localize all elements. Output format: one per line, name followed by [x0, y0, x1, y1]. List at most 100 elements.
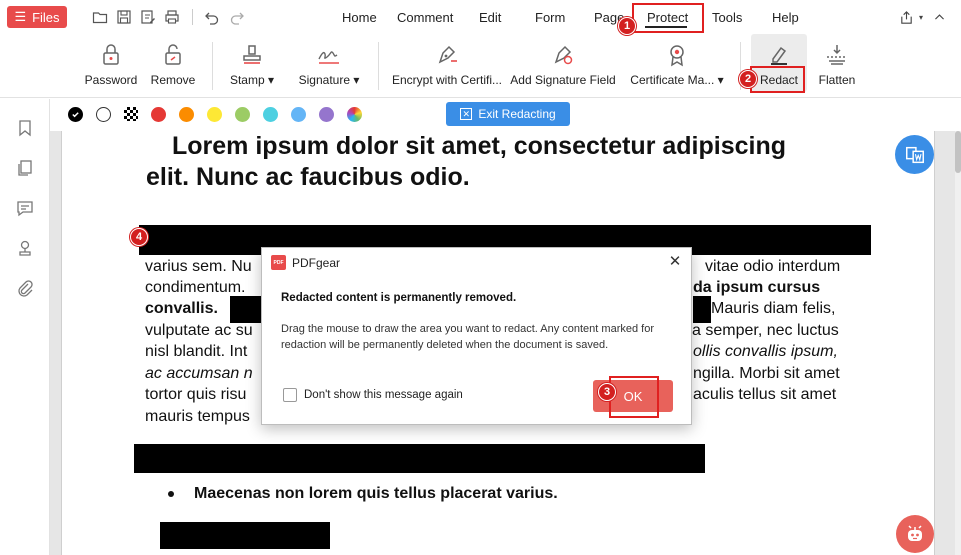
paragraph-text: aculis tellus sit amet [693, 386, 837, 403]
signature-field-icon [548, 40, 578, 70]
paragraph-text: mauris tempus [145, 408, 250, 425]
redo-icon[interactable] [228, 8, 246, 26]
comments-icon[interactable] [14, 197, 36, 219]
paragraph-text: varius sem. Nu [145, 258, 252, 275]
open-folder-icon[interactable] [91, 8, 109, 26]
menu-form[interactable]: Form [535, 10, 565, 25]
add-signature-field-label: Add Signature Field [510, 73, 616, 87]
color-red[interactable] [151, 107, 166, 122]
paragraph-text: nisl blandit. Int [145, 343, 248, 360]
lock-icon [96, 40, 126, 70]
close-icon[interactable]: ✕ [667, 253, 683, 270]
menu-tools[interactable]: Tools [712, 10, 742, 25]
redact-toolbar: ✕ Exit Redacting [50, 99, 961, 131]
color-green[interactable] [235, 107, 250, 122]
protect-ribbon: Password Remove Stamp ▾ Signature ▾ Encr… [0, 34, 961, 98]
paragraph-text: ollis convallis ipsum, [693, 343, 838, 360]
color-cyan[interactable] [263, 107, 278, 122]
color-blue[interactable] [291, 107, 306, 122]
heading-line-1: Lorem ipsum dolor sit amet, consectetur … [172, 132, 787, 160]
color-custom-picker[interactable] [347, 107, 362, 122]
bookmark-icon[interactable] [14, 117, 36, 139]
paragraph-text: ac accumsan n [145, 365, 253, 382]
color-black-selected[interactable] [68, 107, 83, 122]
dont-show-again-checkbox[interactable] [283, 388, 297, 402]
paragraph-text: condimentum. [145, 279, 246, 296]
signature-label: Signature ▾ [298, 73, 360, 87]
color-transparent[interactable] [124, 107, 138, 121]
menu-edit[interactable]: Edit [479, 10, 501, 25]
dialog-message: Drag the mouse to draw the area you want… [281, 323, 654, 351]
color-purple[interactable] [319, 107, 334, 122]
encrypt-with-certificate-button[interactable]: Encrypt with Certifi... [391, 34, 503, 98]
color-orange[interactable] [179, 107, 194, 122]
redaction-area[interactable] [134, 444, 705, 473]
collapse-ribbon-icon[interactable] [930, 8, 948, 26]
flatten-icon [822, 40, 852, 70]
pen-certificate-icon [432, 40, 462, 70]
save-icon[interactable] [115, 8, 133, 26]
password-label: Password [84, 73, 138, 87]
certificate-manager-label: Certificate Ma... ▾ [630, 73, 724, 87]
flatten-button[interactable]: Flatten [814, 34, 860, 98]
files-label: Files [32, 9, 60, 25]
flatten-label: Flatten [818, 73, 856, 87]
stamp-button[interactable]: Stamp ▾ [225, 34, 279, 98]
paragraph-text: vitae odio interdum [705, 258, 841, 275]
bullet-dot [168, 490, 174, 497]
files-button[interactable]: ☰ Files [7, 6, 67, 28]
convert-to-word-button[interactable] [895, 135, 934, 174]
certificate-icon [662, 40, 692, 70]
paragraph-text: a semper, nec luctus [692, 322, 839, 339]
paragraph-text: ngilla. Morbi sit amet [693, 365, 840, 382]
encrypt-with-certificate-label: Encrypt with Certifi... [391, 73, 503, 87]
redaction-area[interactable] [160, 522, 330, 549]
menu-comment[interactable]: Comment [397, 10, 453, 25]
menu-help[interactable]: Help [772, 10, 799, 25]
annotation-step-1: 1 [618, 17, 636, 35]
share-dropdown-icon[interactable]: ▾ [912, 8, 930, 26]
paragraph-text: da ipsum cursus [693, 279, 821, 296]
stamp-icon [237, 40, 267, 70]
save-as-icon[interactable] [139, 8, 157, 26]
ai-assistant-button[interactable] [896, 515, 934, 553]
robot-icon [908, 525, 922, 541]
paragraph-text: convallis. [145, 300, 218, 317]
remove-button[interactable]: Remove [148, 34, 198, 98]
signature-icon [314, 40, 344, 70]
annotation-step-2: 2 [739, 70, 757, 88]
annotation-box-redact [750, 66, 805, 93]
color-white[interactable] [96, 107, 111, 122]
dialog-heading: Redacted content is permanently removed. [281, 292, 517, 304]
password-button[interactable]: Password [84, 34, 138, 98]
left-sidebar [0, 99, 50, 555]
pdfgear-logo: PDF [271, 255, 286, 270]
scrollbar-thumb[interactable] [955, 131, 961, 173]
dialog-app-name: PDFgear [292, 256, 341, 270]
heading-line-2: elit. Nunc ac faucibus odio. [146, 163, 470, 191]
remove-label: Remove [150, 73, 196, 87]
ribbon-separator [212, 42, 213, 90]
thumbnails-icon[interactable] [14, 157, 36, 179]
exit-icon: ✕ [460, 108, 473, 120]
vertical-scrollbar[interactable] [955, 131, 961, 555]
signature-button[interactable]: Signature ▾ [295, 34, 363, 98]
redaction-area[interactable] [693, 296, 711, 323]
exit-redacting-button[interactable]: ✕ Exit Redacting [446, 102, 570, 126]
certificate-manager-button[interactable]: Certificate Ma... ▾ [628, 34, 726, 98]
paragraph-text: vulputate ac su [145, 322, 253, 339]
menu-home[interactable]: Home [342, 10, 377, 25]
attachment-icon[interactable] [14, 277, 36, 299]
stamp-label: Stamp ▾ [229, 73, 275, 87]
undo-icon[interactable] [203, 8, 221, 26]
print-icon[interactable] [163, 8, 181, 26]
signatures-panel-icon[interactable] [14, 237, 36, 259]
bullet-text: Maecenas non lorem quis tellus placerat … [194, 485, 558, 502]
paragraph-text: tortor quis risu [145, 386, 247, 403]
ribbon-separator [378, 42, 379, 90]
menu-icon: ☰ [14, 9, 27, 24]
add-signature-field-button[interactable]: Add Signature Field [509, 34, 617, 98]
dialog-title-bar: PDF PDFgear ✕ [262, 248, 691, 276]
color-yellow[interactable] [207, 107, 222, 122]
dont-show-again-label[interactable]: Don't show this message again [304, 389, 463, 401]
